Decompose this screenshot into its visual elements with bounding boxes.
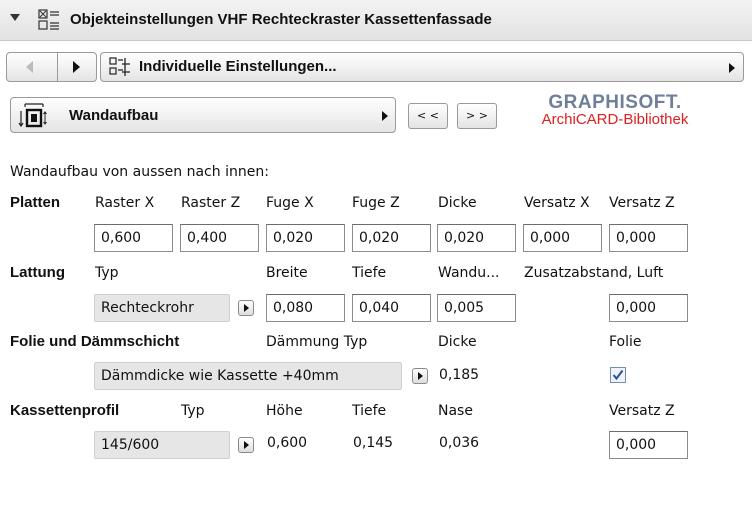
header-daemmung-typ: Dämmung Typ [266, 334, 368, 350]
header-versatz-x: Versatz X [524, 195, 590, 211]
previous-button[interactable] [6, 52, 58, 82]
window-title: Objekteinstellungen VHF Rechteckraster K… [70, 11, 492, 28]
header-kassette-versatz-z: Versatz Z [609, 403, 675, 419]
collapse-triangle-icon[interactable] [10, 14, 20, 21]
lattung-typ-value: Rechteckrohr [94, 294, 230, 322]
title-bar: Objekteinstellungen VHF Rechteckraster K… [0, 0, 752, 41]
custom-settings-icon [109, 57, 130, 76]
header-fuge-z: Fuge Z [352, 195, 400, 211]
header-raster-z: Raster Z [181, 195, 241, 211]
header-breite: Breite [266, 265, 308, 281]
header-zusatzabstand: Zusatzabstand, Luft [524, 265, 664, 281]
wall-layers-icon [18, 103, 47, 128]
raster-z-field[interactable]: 0,400 [180, 224, 259, 252]
header-raster-x: Raster X [95, 195, 155, 211]
header-hoehe: Höhe [266, 403, 303, 419]
header-folie: Folie [609, 334, 642, 350]
folie-checkbox[interactable] [610, 367, 626, 383]
page-selector-label: Wandaufbau [69, 107, 159, 124]
nase-value: 0,036 [439, 435, 480, 451]
header-nase: Nase [438, 403, 473, 419]
kassette-versatz-z-field[interactable]: 0,000 [609, 431, 688, 459]
next-button[interactable] [57, 52, 97, 82]
lattung-label: Lattung [10, 264, 65, 281]
settings-dropdown-label: Individuelle Einstellungen... [139, 58, 337, 75]
brand-logo: GRAPHISOFT. ArchiCARD-Bibliothek [510, 92, 720, 138]
arrow-right-icon [73, 61, 80, 73]
previous-page-button[interactable]: < < [408, 103, 448, 129]
dropdown-arrow-icon [729, 63, 735, 73]
arrow-left-icon [26, 61, 33, 73]
zusatzabstand-field[interactable]: 0,000 [609, 294, 688, 322]
kassette-tiefe-value: 0,145 [353, 435, 394, 451]
header-lattung-typ: Typ [95, 265, 119, 281]
daemmung-typ-value: Dämmdicke wie Kassette +40mm [94, 362, 402, 390]
next-page-button[interactable]: > > [457, 103, 497, 129]
header-kassette-typ: Typ [181, 403, 205, 419]
tiefe-field[interactable]: 0,040 [352, 294, 431, 322]
raster-x-field[interactable]: 0,600 [94, 224, 173, 252]
platten-label: Platten [10, 194, 61, 211]
versatz-z-field[interactable]: 0,000 [609, 224, 688, 252]
header-tiefe: Tiefe [352, 265, 387, 281]
breite-field[interactable]: 0,080 [266, 294, 345, 322]
header-dicke: Dicke [438, 195, 477, 211]
dicke-field[interactable]: 0,020 [437, 224, 516, 252]
kassettenprofil-label: Kassettenprofil [10, 402, 120, 419]
daemmung-dicke-value: 0,185 [439, 367, 480, 383]
header-fuge-x: Fuge X [266, 195, 314, 211]
header-versatz-z: Versatz Z [609, 195, 675, 211]
versatz-x-field[interactable]: 0,000 [523, 224, 602, 252]
fuge-z-field[interactable]: 0,020 [352, 224, 431, 252]
dropdown-arrow-icon [382, 111, 388, 121]
page-selector-dropdown[interactable]: Wandaufbau [10, 97, 396, 133]
hoehe-value: 0,600 [267, 435, 308, 451]
object-settings-icon [38, 9, 59, 30]
popup-arrow-icon [244, 441, 249, 449]
folie-daemmung-label: Folie und Dämmschicht [10, 333, 180, 350]
lattung-typ-popup-button[interactable] [238, 300, 254, 316]
brand-subtitle: ArchiCARD-Bibliothek [541, 111, 689, 128]
header-daemmung-dicke: Dicke [438, 334, 477, 350]
header-kassette-tiefe: Tiefe [352, 403, 387, 419]
popup-arrow-icon [244, 304, 249, 312]
daemmung-typ-popup-button[interactable] [412, 368, 428, 384]
kassette-typ-value: 145/600 [94, 431, 230, 459]
checkmark-icon [612, 369, 624, 381]
kassette-typ-popup-button[interactable] [238, 437, 254, 453]
section-title: Wandaufbau von aussen nach innen: [10, 164, 269, 180]
header-wandabstand: Wandu... [438, 265, 500, 281]
settings-dropdown[interactable]: Individuelle Einstellungen... [100, 52, 744, 82]
fuge-x-field[interactable]: 0,020 [266, 224, 345, 252]
wandabstand-field[interactable]: 0,005 [437, 294, 516, 322]
popup-arrow-icon [418, 372, 423, 380]
